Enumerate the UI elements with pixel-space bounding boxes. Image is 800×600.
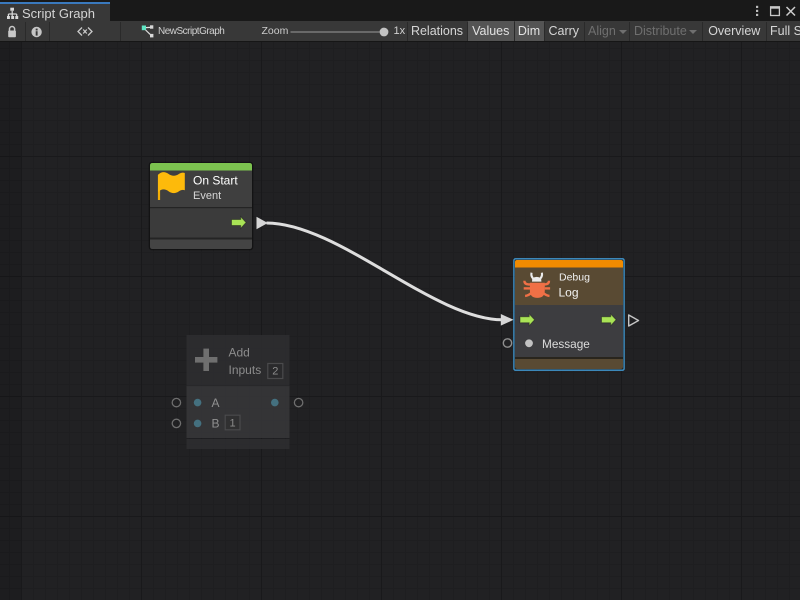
svg-text:Add: Add (229, 346, 250, 360)
svg-text:Inputs: Inputs (229, 363, 262, 377)
svg-text:Debug: Debug (559, 271, 590, 283)
svg-text:Log: Log (559, 285, 579, 299)
svg-text:A: A (212, 396, 220, 410)
svg-text:Event: Event (193, 190, 221, 202)
svg-text:Message: Message (542, 337, 590, 351)
svg-text:1: 1 (230, 417, 236, 429)
svg-text:2: 2 (272, 366, 278, 378)
svg-text:On Start: On Start (193, 174, 238, 188)
svg-text:B: B (212, 417, 220, 431)
